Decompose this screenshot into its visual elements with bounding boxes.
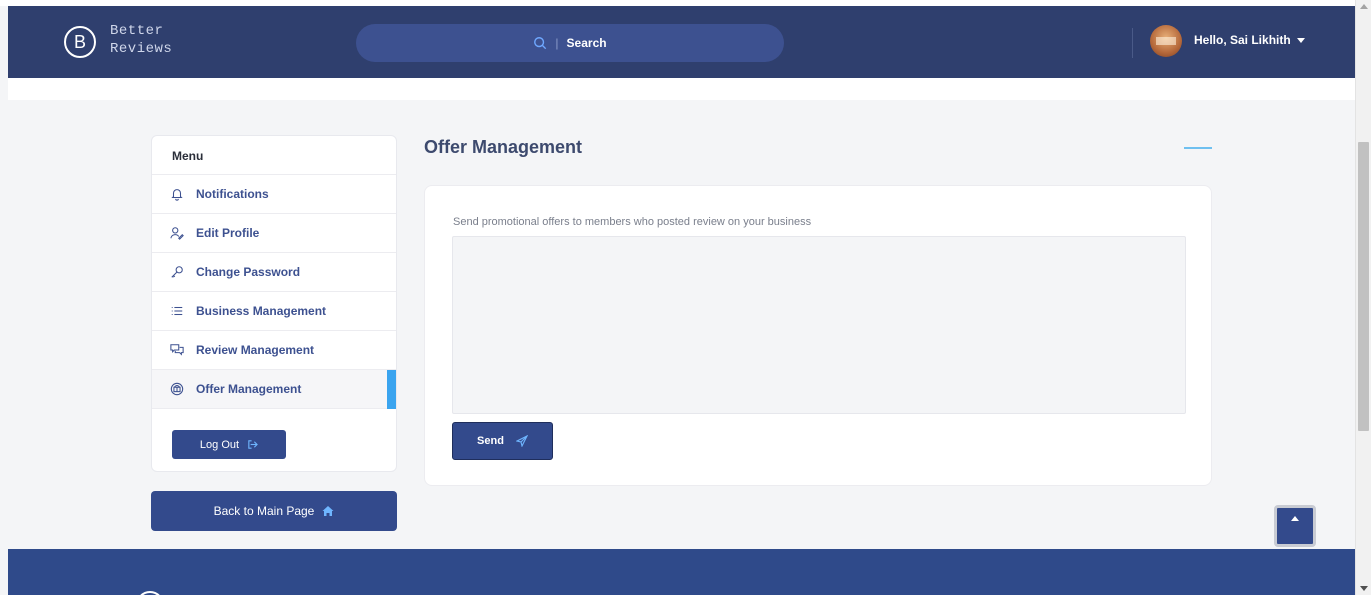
logo-text[interactable]: Better Reviews: [110, 22, 172, 58]
logout-icon: [248, 440, 258, 449]
sidebar-item-label: Offer Management: [196, 382, 302, 396]
logout-button[interactable]: Log Out: [172, 430, 286, 459]
search-separator: |: [555, 36, 559, 50]
sidebar-item-label: Business Management: [196, 304, 327, 318]
logout-label: Log Out: [199, 438, 240, 451]
send-label: Send: [477, 435, 504, 447]
avatar[interactable]: [1150, 25, 1182, 57]
sidebar-menu: Menu Notifications Edit Profile Change P…: [151, 135, 397, 472]
title-decoration: [1184, 147, 1212, 149]
footer-logo-mark: [136, 591, 164, 595]
search-input[interactable]: Search: [567, 36, 607, 50]
sidebar-item-business-management[interactable]: Business Management: [152, 292, 396, 331]
user-menu[interactable]: Hello, Sai Likhith: [1194, 33, 1305, 47]
offer-panel: Send promotional offers to members who p…: [424, 185, 1212, 486]
chat-icon: [170, 344, 184, 356]
sidebar-item-label: Edit Profile: [196, 226, 260, 240]
logo-text-line1: Better: [110, 23, 164, 39]
offer-description: Send promotional offers to members who p…: [453, 216, 812, 228]
send-icon: [515, 435, 528, 447]
page-title: Offer Management: [424, 137, 583, 157]
sidebar-item-edit-profile[interactable]: Edit Profile: [152, 214, 396, 253]
logo-mark[interactable]: B: [64, 26, 96, 58]
header-spacer: [8, 78, 1355, 100]
scroll-down-arrow-icon[interactable]: [1360, 586, 1368, 591]
page-scrollbar[interactable]: [1355, 0, 1371, 595]
search-bar[interactable]: | Search: [356, 24, 784, 62]
sidebar-item-offer-management[interactable]: Offer Management: [152, 370, 396, 409]
header: B Better Reviews | Search Hello, Sai Lik…: [8, 6, 1355, 78]
user-edit-icon: [170, 227, 184, 240]
sidebar-item-label: Notifications: [196, 187, 269, 201]
back-label: Back to Main Page: [213, 504, 315, 518]
logo-text-line2: Reviews: [110, 41, 173, 57]
back-to-main-page-button[interactable]: Back to Main Page: [151, 491, 397, 531]
user-greeting: Hello, Sai Likhith: [1194, 33, 1291, 47]
sidebar-item-review-management[interactable]: Review Management: [152, 331, 396, 370]
sidebar-item-notifications[interactable]: Notifications: [152, 175, 396, 214]
sidebar-item-label: Change Password: [196, 265, 301, 279]
sidebar-item-label: Review Management: [196, 343, 315, 357]
search-icon: [534, 37, 547, 50]
send-button[interactable]: Send: [452, 422, 553, 460]
offer-icon: [170, 382, 184, 396]
header-divider: [1132, 28, 1133, 58]
active-indicator: [387, 370, 396, 409]
scroll-up-arrow-icon[interactable]: [1360, 4, 1368, 9]
scroll-to-top-button[interactable]: [1274, 505, 1316, 547]
list-icon: [171, 306, 183, 316]
chevron-down-icon: [1296, 37, 1305, 43]
caret-up-icon: [1291, 516, 1299, 521]
bell-icon: [171, 189, 183, 201]
scrollbar-thumb[interactable]: [1358, 142, 1369, 431]
footer: [8, 549, 1355, 595]
offer-message-input[interactable]: [452, 236, 1186, 414]
home-icon: [322, 506, 334, 516]
sidebar-item-change-password[interactable]: Change Password: [152, 253, 396, 292]
key-icon: [171, 266, 183, 278]
menu-title: Menu: [152, 136, 396, 175]
